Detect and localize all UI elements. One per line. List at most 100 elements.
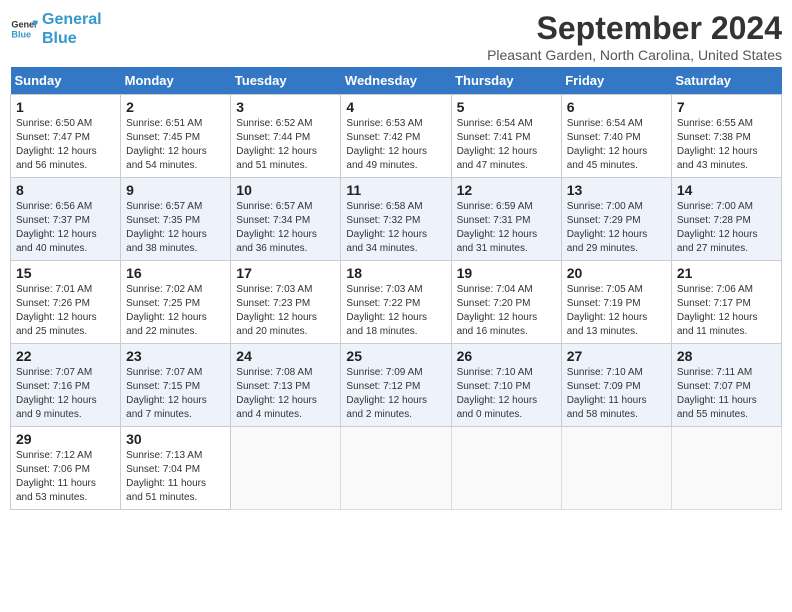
- header-row: SundayMondayTuesdayWednesdayThursdayFrid…: [11, 67, 782, 95]
- calendar-cell: 25 Sunrise: 7:09 AMSunset: 7:12 PMDaylig…: [341, 344, 451, 427]
- calendar-cell: 24 Sunrise: 7:08 AMSunset: 7:13 PMDaylig…: [231, 344, 341, 427]
- calendar-cell: 9 Sunrise: 6:57 AMSunset: 7:35 PMDayligh…: [121, 178, 231, 261]
- day-info: Sunrise: 7:02 AMSunset: 7:25 PMDaylight:…: [126, 283, 225, 339]
- day-info: Sunrise: 6:54 AMSunset: 7:41 PMDaylight:…: [457, 117, 556, 173]
- calendar-cell: 21 Sunrise: 7:06 AMSunset: 7:17 PMDaylig…: [671, 261, 781, 344]
- calendar-cell: 15 Sunrise: 7:01 AMSunset: 7:26 PMDaylig…: [11, 261, 121, 344]
- day-info: Sunrise: 6:51 AMSunset: 7:45 PMDaylight:…: [126, 117, 225, 173]
- calendar-cell: 27 Sunrise: 7:10 AMSunset: 7:09 PMDaylig…: [561, 344, 671, 427]
- day-number: 6: [567, 99, 666, 115]
- day-number: 4: [346, 99, 445, 115]
- calendar-week-3: 15 Sunrise: 7:01 AMSunset: 7:26 PMDaylig…: [11, 261, 782, 344]
- calendar-cell: 16 Sunrise: 7:02 AMSunset: 7:25 PMDaylig…: [121, 261, 231, 344]
- day-number: 29: [16, 431, 115, 447]
- calendar-cell: [451, 427, 561, 510]
- day-info: Sunrise: 7:08 AMSunset: 7:13 PMDaylight:…: [236, 366, 335, 422]
- calendar-cell: 26 Sunrise: 7:10 AMSunset: 7:10 PMDaylig…: [451, 344, 561, 427]
- calendar-table: SundayMondayTuesdayWednesdayThursdayFrid…: [10, 67, 782, 510]
- calendar-cell: 13 Sunrise: 7:00 AMSunset: 7:29 PMDaylig…: [561, 178, 671, 261]
- day-info: Sunrise: 7:10 AMSunset: 7:09 PMDaylight:…: [567, 366, 666, 422]
- calendar-cell: 14 Sunrise: 7:00 AMSunset: 7:28 PMDaylig…: [671, 178, 781, 261]
- day-number: 23: [126, 348, 225, 364]
- svg-text:Blue: Blue: [11, 30, 31, 40]
- calendar-cell: 19 Sunrise: 7:04 AMSunset: 7:20 PMDaylig…: [451, 261, 561, 344]
- day-number: 2: [126, 99, 225, 115]
- day-info: Sunrise: 7:12 AMSunset: 7:06 PMDaylight:…: [16, 449, 115, 505]
- calendar-cell: 20 Sunrise: 7:05 AMSunset: 7:19 PMDaylig…: [561, 261, 671, 344]
- calendar-cell: 4 Sunrise: 6:53 AMSunset: 7:42 PMDayligh…: [341, 95, 451, 178]
- month-title: September 2024: [487, 10, 782, 47]
- day-number: 9: [126, 182, 225, 198]
- day-number: 18: [346, 265, 445, 281]
- day-info: Sunrise: 7:03 AMSunset: 7:22 PMDaylight:…: [346, 283, 445, 339]
- calendar-cell: [231, 427, 341, 510]
- day-info: Sunrise: 7:07 AMSunset: 7:16 PMDaylight:…: [16, 366, 115, 422]
- logo-text: General Blue: [42, 10, 102, 48]
- calendar-week-4: 22 Sunrise: 7:07 AMSunset: 7:16 PMDaylig…: [11, 344, 782, 427]
- day-info: Sunrise: 7:07 AMSunset: 7:15 PMDaylight:…: [126, 366, 225, 422]
- day-info: Sunrise: 6:56 AMSunset: 7:37 PMDaylight:…: [16, 200, 115, 256]
- day-info: Sunrise: 7:05 AMSunset: 7:19 PMDaylight:…: [567, 283, 666, 339]
- calendar-cell: [561, 427, 671, 510]
- day-info: Sunrise: 7:11 AMSunset: 7:07 PMDaylight:…: [677, 366, 776, 422]
- day-number: 5: [457, 99, 556, 115]
- calendar-cell: 8 Sunrise: 6:56 AMSunset: 7:37 PMDayligh…: [11, 178, 121, 261]
- header-monday: Monday: [121, 67, 231, 95]
- calendar-cell: 28 Sunrise: 7:11 AMSunset: 7:07 PMDaylig…: [671, 344, 781, 427]
- day-number: 27: [567, 348, 666, 364]
- day-number: 1: [16, 99, 115, 115]
- day-info: Sunrise: 6:54 AMSunset: 7:40 PMDaylight:…: [567, 117, 666, 173]
- calendar-cell: 5 Sunrise: 6:54 AMSunset: 7:41 PMDayligh…: [451, 95, 561, 178]
- day-number: 11: [346, 182, 445, 198]
- day-info: Sunrise: 6:58 AMSunset: 7:32 PMDaylight:…: [346, 200, 445, 256]
- title-section: September 2024 Pleasant Garden, North Ca…: [487, 10, 782, 63]
- calendar-cell: 22 Sunrise: 7:07 AMSunset: 7:16 PMDaylig…: [11, 344, 121, 427]
- day-info: Sunrise: 6:52 AMSunset: 7:44 PMDaylight:…: [236, 117, 335, 173]
- day-number: 10: [236, 182, 335, 198]
- calendar-cell: 2 Sunrise: 6:51 AMSunset: 7:45 PMDayligh…: [121, 95, 231, 178]
- day-number: 13: [567, 182, 666, 198]
- day-number: 28: [677, 348, 776, 364]
- day-number: 8: [16, 182, 115, 198]
- day-info: Sunrise: 7:04 AMSunset: 7:20 PMDaylight:…: [457, 283, 556, 339]
- day-info: Sunrise: 6:57 AMSunset: 7:35 PMDaylight:…: [126, 200, 225, 256]
- day-number: 3: [236, 99, 335, 115]
- day-number: 12: [457, 182, 556, 198]
- day-info: Sunrise: 6:50 AMSunset: 7:47 PMDaylight:…: [16, 117, 115, 173]
- calendar-cell: 17 Sunrise: 7:03 AMSunset: 7:23 PMDaylig…: [231, 261, 341, 344]
- day-number: 24: [236, 348, 335, 364]
- page-header: General Blue General Blue September 2024…: [10, 10, 782, 63]
- calendar-week-2: 8 Sunrise: 6:56 AMSunset: 7:37 PMDayligh…: [11, 178, 782, 261]
- calendar-cell: [671, 427, 781, 510]
- day-number: 15: [16, 265, 115, 281]
- calendar-cell: 18 Sunrise: 7:03 AMSunset: 7:22 PMDaylig…: [341, 261, 451, 344]
- logo: General Blue General Blue: [10, 10, 102, 48]
- header-sunday: Sunday: [11, 67, 121, 95]
- header-wednesday: Wednesday: [341, 67, 451, 95]
- header-saturday: Saturday: [671, 67, 781, 95]
- day-info: Sunrise: 7:06 AMSunset: 7:17 PMDaylight:…: [677, 283, 776, 339]
- calendar-cell: 23 Sunrise: 7:07 AMSunset: 7:15 PMDaylig…: [121, 344, 231, 427]
- calendar-week-1: 1 Sunrise: 6:50 AMSunset: 7:47 PMDayligh…: [11, 95, 782, 178]
- day-number: 14: [677, 182, 776, 198]
- day-info: Sunrise: 7:13 AMSunset: 7:04 PMDaylight:…: [126, 449, 225, 505]
- location: Pleasant Garden, North Carolina, United …: [487, 47, 782, 63]
- calendar-cell: 10 Sunrise: 6:57 AMSunset: 7:34 PMDaylig…: [231, 178, 341, 261]
- day-number: 30: [126, 431, 225, 447]
- calendar-week-5: 29 Sunrise: 7:12 AMSunset: 7:06 PMDaylig…: [11, 427, 782, 510]
- calendar-cell: 12 Sunrise: 6:59 AMSunset: 7:31 PMDaylig…: [451, 178, 561, 261]
- day-info: Sunrise: 7:01 AMSunset: 7:26 PMDaylight:…: [16, 283, 115, 339]
- day-number: 21: [677, 265, 776, 281]
- calendar-cell: [341, 427, 451, 510]
- day-number: 22: [16, 348, 115, 364]
- day-info: Sunrise: 7:03 AMSunset: 7:23 PMDaylight:…: [236, 283, 335, 339]
- day-number: 19: [457, 265, 556, 281]
- day-info: Sunrise: 6:57 AMSunset: 7:34 PMDaylight:…: [236, 200, 335, 256]
- day-info: Sunrise: 6:55 AMSunset: 7:38 PMDaylight:…: [677, 117, 776, 173]
- header-tuesday: Tuesday: [231, 67, 341, 95]
- calendar-cell: 1 Sunrise: 6:50 AMSunset: 7:47 PMDayligh…: [11, 95, 121, 178]
- header-thursday: Thursday: [451, 67, 561, 95]
- calendar-cell: 30 Sunrise: 7:13 AMSunset: 7:04 PMDaylig…: [121, 427, 231, 510]
- calendar-cell: 6 Sunrise: 6:54 AMSunset: 7:40 PMDayligh…: [561, 95, 671, 178]
- day-info: Sunrise: 6:53 AMSunset: 7:42 PMDaylight:…: [346, 117, 445, 173]
